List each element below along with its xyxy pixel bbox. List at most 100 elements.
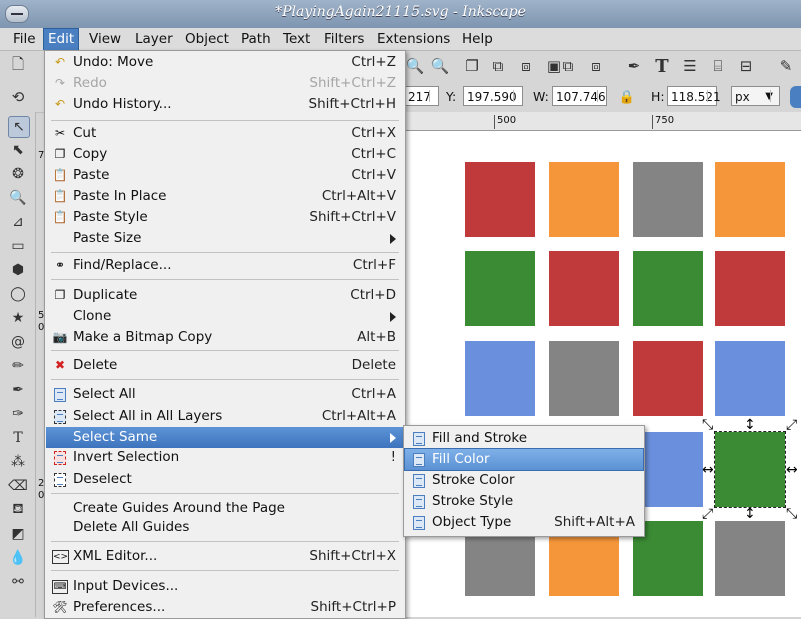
menu-select-same[interactable]: Select Same — [46, 427, 404, 448]
resize-handle-e-icon[interactable]: ↔ — [786, 463, 798, 477]
rectangle-tool-icon[interactable]: ▭ — [8, 236, 28, 256]
canvas[interactable]: ⤡ ↕ ⤢ ↔ ↔ ⤢ ↕ ⤡ — [405, 131, 801, 617]
color-square-green[interactable] — [633, 251, 703, 326]
resize-handle-ne-icon[interactable]: ⤢ — [786, 418, 797, 432]
menu-delete-all-guides[interactable]: Delete All Guides — [46, 517, 404, 538]
spray-tool-icon[interactable]: ⁂ — [8, 452, 28, 472]
h-field[interactable]: 118.521 — [667, 86, 721, 106]
resize-handle-s-icon[interactable]: ↕ — [744, 507, 756, 521]
measure-tool-icon[interactable]: ⊿ — [8, 212, 28, 232]
calligraphy-tool-icon[interactable]: ✑ — [8, 404, 28, 424]
resize-handle-sw-icon[interactable]: ⤢ — [702, 507, 713, 521]
menu-select-all-in-all-layers[interactable]: Select All in All Layers Ctrl+Alt+A — [46, 406, 404, 427]
menu-create-guides[interactable]: Create Guides Around the Page — [46, 498, 404, 519]
menu-path[interactable]: Path — [241, 31, 271, 47]
resize-handle-nw-icon[interactable]: ⤡ — [702, 418, 713, 432]
zoom-drawing-icon[interactable]: 🔍 — [405, 56, 425, 76]
3d-box-tool-icon[interactable]: ⬢ — [8, 260, 28, 280]
menu-duplicate[interactable]: ❐ Duplicate Ctrl+D — [46, 285, 404, 306]
horizontal-ruler[interactable]: 500 750 — [405, 112, 801, 131]
gradient-tool-icon[interactable]: ◩ — [8, 524, 28, 544]
menu-redo[interactable]: ↷ Redo Shift+Ctrl+Z — [46, 73, 404, 94]
overflow-button[interactable] — [790, 86, 801, 108]
pencil-tool-icon[interactable]: ✏ — [8, 356, 28, 376]
text-font-icon[interactable]: T — [652, 56, 672, 77]
menu-extensions[interactable]: Extensions — [377, 31, 450, 47]
color-square-green[interactable] — [465, 251, 535, 326]
y-field[interactable]: 197.590 — [463, 86, 523, 106]
color-square-red[interactable] — [549, 251, 619, 326]
menu-cut[interactable]: ✂ Cut Ctrl+X — [46, 123, 404, 144]
duplicate-icon[interactable]: ❐ — [462, 56, 482, 76]
lock-icon[interactable]: 🔒 — [617, 87, 637, 107]
menu-copy[interactable]: ❐ Copy Ctrl+C — [46, 144, 404, 165]
color-square-blue[interactable] — [715, 341, 785, 416]
menu-view[interactable]: View — [89, 31, 121, 47]
menu-edit[interactable]: Edit — [43, 28, 80, 50]
new-document-icon[interactable]: 🗋 — [8, 55, 28, 76]
menu-layer[interactable]: Layer — [135, 31, 173, 47]
menu-file[interactable]: File — [13, 31, 36, 47]
color-square-orange[interactable] — [549, 162, 619, 237]
menu-text[interactable]: Text — [283, 31, 310, 47]
menu-invert-selection[interactable]: Invert Selection! — [46, 447, 404, 468]
align-distribute-icon[interactable]: ⊟ — [736, 56, 756, 76]
menu-paste-in-place[interactable]: 📋 Paste In Place Ctrl+Alt+V — [46, 186, 404, 207]
menu-paste-size[interactable]: Paste Size — [46, 228, 404, 249]
submenu-object-type[interactable]: Object Type Shift+Alt+A — [405, 512, 643, 533]
menu-delete[interactable]: ✖ Delete Delete — [46, 355, 404, 376]
submenu-fill-and-stroke[interactable]: Fill and Stroke — [405, 428, 643, 449]
menu-clone[interactable]: Clone — [46, 306, 404, 327]
menu-undo[interactable]: ↶ Undo: Move Ctrl+Z — [46, 52, 404, 73]
color-square-orange[interactable] — [715, 162, 785, 237]
xml-editor-icon[interactable]: ⌸ — [708, 56, 728, 76]
star-tool-icon[interactable]: ★ — [8, 308, 28, 328]
ungroup-icon[interactable]: ⧈ — [586, 56, 606, 76]
color-square-red[interactable] — [465, 162, 535, 237]
menu-object[interactable]: Object — [185, 31, 229, 47]
submenu-fill-color[interactable]: Fill Color — [404, 448, 644, 471]
connector-tool-icon[interactable]: ⚯ — [8, 572, 28, 592]
color-square-red[interactable] — [633, 341, 703, 416]
ellipse-tool-icon[interactable]: ◯ — [8, 284, 28, 304]
menu-filters[interactable]: Filters — [324, 31, 364, 47]
pen-tool-icon[interactable]: ✒ — [8, 380, 28, 400]
submenu-stroke-style[interactable]: Stroke Style — [405, 491, 643, 512]
w-field[interactable]: 107.746 — [552, 86, 607, 106]
menu-make-bitmap-copy[interactable]: 📷 Make a Bitmap Copy Alt+B — [46, 327, 404, 348]
menu-preferences[interactable]: 🛠 Preferences... Shift+Ctrl+P — [46, 597, 404, 618]
color-square-gray[interactable] — [549, 341, 619, 416]
color-square-gray[interactable] — [715, 521, 785, 596]
menu-undo-history[interactable]: ↶ Undo History... Shift+Ctrl+H — [46, 94, 404, 115]
paint-bucket-tool-icon[interactable]: ⛾ — [8, 500, 28, 520]
menu-find-replace[interactable]: ⚭ Find/Replace... Ctrl+F — [46, 255, 404, 276]
zoom-tool-icon[interactable]: 🔍 — [8, 188, 28, 208]
color-square-red[interactable] — [715, 251, 785, 326]
clone-icon[interactable]: ⧉ — [488, 56, 508, 76]
resize-handle-se-icon[interactable]: ⤡ — [786, 507, 797, 521]
fill-stroke-icon[interactable]: ✒ — [624, 56, 644, 76]
tweak-tool-icon[interactable]: ❂ — [8, 164, 28, 184]
menu-xml-editor[interactable]: <> XML Editor... Shift+Ctrl+X — [46, 546, 404, 567]
resize-handle-n-icon[interactable]: ↕ — [744, 418, 756, 432]
zoom-page-icon[interactable]: 🔍 — [430, 56, 450, 76]
menu-paste[interactable]: 📋 Paste Ctrl+V — [46, 165, 404, 186]
unlink-clone-icon[interactable]: ⧈ — [516, 56, 536, 76]
node-tool-icon[interactable]: ⬉ — [8, 140, 28, 160]
eraser-tool-icon[interactable]: ⌫ — [8, 476, 28, 496]
rotate-icon[interactable]: ⟲ — [8, 87, 28, 107]
layers-icon[interactable]: ☰ — [680, 56, 700, 76]
preferences-pen-icon[interactable]: ✎ — [776, 56, 796, 76]
text-tool-icon[interactable]: T — [8, 428, 28, 448]
menu-help[interactable]: Help — [462, 31, 493, 47]
selector-tool-icon[interactable]: ↖ — [8, 116, 30, 138]
group-icon[interactable]: ⧉ — [558, 56, 578, 76]
menu-select-all[interactable]: Select All Ctrl+A — [46, 384, 404, 405]
resize-handle-w-icon[interactable]: ↔ — [702, 463, 714, 477]
menu-deselect[interactable]: Deselect — [46, 469, 404, 490]
menu-input-devices[interactable]: ⌨ Input Devices... — [46, 576, 404, 597]
menu-paste-style[interactable]: 📋 Paste Style Shift+Ctrl+V — [46, 207, 404, 228]
x-field[interactable]: 217 — [404, 86, 439, 106]
dropper-tool-icon[interactable]: 💧 — [8, 548, 28, 568]
unit-select[interactable]: px ▼ — [731, 86, 780, 106]
